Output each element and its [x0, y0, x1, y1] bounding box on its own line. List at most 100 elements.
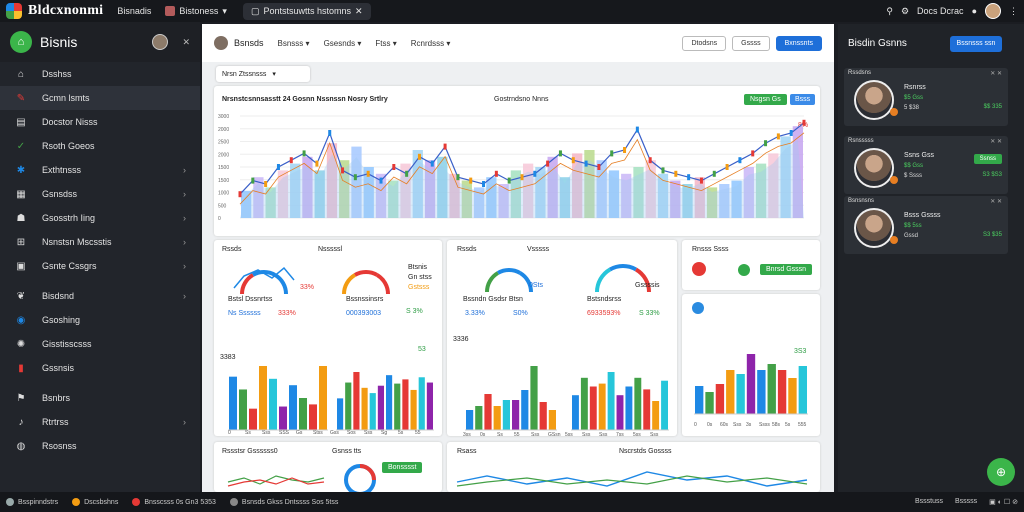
card-c-svg: 0 0s 60s Sss 3s Ssss 58s 5s 555 [694, 354, 808, 428]
person-photo [854, 208, 894, 248]
sidebar-avatar[interactable] [152, 34, 169, 50]
status-item-1[interactable]: Bsspinndstrs [6, 498, 58, 506]
brand-name: Bldcxnonmi [28, 3, 104, 18]
status-item-4[interactable]: Bsnsds Gkss Dntssss Sos 5tss [229, 498, 338, 506]
y-tick-label: 1500 [218, 178, 229, 184]
sidebar-item-12[interactable]: ▮ Gssnsis [0, 356, 200, 380]
globe-icon: ◍ [16, 440, 26, 452]
document-icon: ▤ [16, 116, 26, 128]
person-card[interactable]: Bsnsnsns ✕ ✕ Bsss Gssss $$ 5ss Gssd S3 $35 [844, 196, 1008, 254]
dropdown-1[interactable]: Bsnsss ▾ [278, 39, 310, 48]
sidebar-item-3[interactable]: ✓ Rsoth Goeos [0, 134, 200, 158]
x-tick-label: 55 [514, 432, 520, 436]
sidebar-item-14[interactable]: ♪ Rtrtrss › [0, 410, 200, 434]
chevron-right-icon: › [183, 417, 186, 427]
settings-icon[interactable]: ⚙ [901, 6, 909, 17]
data-marker [674, 170, 678, 177]
more-icon[interactable]: ⋮ [1009, 6, 1018, 17]
record-icon[interactable] [692, 262, 706, 276]
sidebar-item-0[interactable]: ⌂ Dsshss [0, 62, 200, 86]
gauge-1-value: 33% [300, 284, 315, 291]
card-c-button[interactable]: Bnrsd Gsssn [760, 264, 813, 275]
sidebar-item-15[interactable]: ◍ Rsosnss [0, 434, 200, 458]
collapse-icon[interactable]: ✕ [182, 37, 190, 48]
main-chart-svg: 3000 2000 2500 2000 1500 1500 1000 500 0 [218, 114, 806, 222]
active-tab-pill[interactable]: ▢ Pontstsuwtts hstomns ✕ [242, 2, 371, 20]
status-dot-icon [890, 236, 898, 244]
x-tick-label: Sss [531, 432, 540, 436]
chart-icon: ▮ [18, 362, 24, 374]
bar [580, 377, 588, 430]
sidebar-item-13[interactable]: ⚑ Bsnbrs [0, 386, 200, 410]
top-right-label[interactable]: Docs Dcrac [917, 6, 964, 16]
gauge-4-value: Gssssis [635, 282, 660, 289]
bar [289, 385, 297, 430]
close-icon[interactable]: ✕ ✕ [990, 198, 1002, 205]
data-marker [353, 174, 357, 181]
menu-item-2[interactable]: Bistoness ▾ [165, 6, 227, 17]
close-icon[interactable]: ✕ ✕ [990, 70, 1002, 77]
status-item-2[interactable]: Dscsbshns [72, 498, 118, 506]
y-tick-label: 2000 [218, 127, 229, 133]
close-icon[interactable]: ✕ [355, 6, 363, 17]
sidebar-item-1[interactable]: ✎ Gcmn lsmts [0, 86, 200, 110]
search-icon[interactable]: ⚲ [886, 6, 893, 17]
toolbar-button-1[interactable]: Dtodsns [682, 35, 727, 51]
card-a-bar-top: 53 [418, 346, 426, 353]
person-button[interactable]: Ssnss [973, 154, 1002, 164]
sidebar-item-label: Dsshss [42, 69, 72, 79]
filter-dropdown[interactable]: Nrsn Ztssnsss ▾ [216, 66, 310, 82]
status-right-2[interactable]: Bsssss [955, 498, 977, 506]
sidebar-item-9[interactable]: ❦ Bisdsnd › [0, 284, 200, 308]
data-marker [623, 147, 627, 153]
data-marker [417, 153, 421, 160]
sidebar-item-10[interactable]: ◉ Gsoshing [0, 308, 200, 332]
bar [798, 366, 807, 414]
person-card[interactable]: Rssdsns ✕ ✕ Rsnrss $5 Gss 5 $38 $$ 335 [844, 68, 1008, 126]
bar [279, 406, 287, 430]
bar [337, 398, 344, 430]
sidebar-item-4[interactable]: ✱ Exthtnsss › [0, 158, 200, 182]
sidebar-item-8[interactable]: ▣ Gsnte Cssgrs › [0, 254, 200, 278]
dropdown-4[interactable]: Rcnrdsss ▾ [411, 39, 451, 48]
app-logo-icon [6, 3, 22, 19]
bar [394, 383, 401, 430]
sidebar-item-6[interactable]: ☗ Gsosstrh Iing › [0, 206, 200, 230]
bar [229, 376, 237, 430]
menu-item-1[interactable]: Bisnadis [117, 6, 151, 16]
x-tick-label: Sss [582, 432, 591, 436]
analytics-card-d: Rssstsr Gssssss0 Gsnss tts Bonsssst [214, 442, 442, 492]
sidebar-item-label: Gcmn lsmts [42, 93, 90, 103]
sidebar-item-7[interactable]: ⊞ Nsnstsn Mscsstis › [0, 230, 200, 254]
bar [634, 377, 642, 430]
bar [426, 382, 433, 430]
toolbar-button-2[interactable]: Gssss [732, 35, 770, 51]
data-marker [315, 160, 319, 167]
bar [661, 380, 668, 430]
right-panel-button[interactable]: Bssnsss ssn [950, 36, 1002, 52]
x-tick-label: Stss [313, 430, 323, 436]
dropdown-2[interactable]: Gsesnds ▾ [324, 39, 362, 48]
fab-add-button[interactable]: ⊕ [987, 458, 1015, 486]
toolbar-primary-button[interactable]: Bxnssnts [775, 35, 822, 51]
bar [466, 410, 474, 430]
sidebar-item-11[interactable]: ✺ Gisstisscsss [0, 332, 200, 356]
notifications-icon[interactable]: ● [972, 6, 977, 16]
status-item-3[interactable]: Bnsscsss 0s Gn3 5353 [132, 498, 216, 506]
x-tick-label: 555 [798, 422, 807, 428]
data-marker [251, 177, 255, 184]
sidebar-item-5[interactable]: ▦ Gsnsdss › [0, 182, 200, 206]
sidebar-item-2[interactable]: ▤ Docstor Nisss [0, 110, 200, 134]
user-avatar[interactable] [985, 3, 1001, 19]
status-right-1[interactable]: Bssstuss [915, 498, 943, 506]
person-photo [854, 148, 894, 188]
dropdown-3[interactable]: Ftss ▾ [375, 39, 396, 48]
gauge-2-pre: Gstsss [408, 284, 430, 291]
close-icon[interactable]: ✕ ✕ [990, 138, 1002, 145]
main-content: Bsnsds Bsnsss ▾ Gsesnds ▾ Ftss ▾ Rcnrdss… [202, 24, 834, 492]
person-card[interactable]: Rsnsssss ✕ ✕ Ssns Gss $$ Gss $ Ssss S3 $S3 Ssn… [844, 136, 1008, 194]
x-tick-label: 7ss [616, 432, 624, 436]
x-tick-label: Sss [650, 432, 659, 436]
x-tick-label: Ssss [759, 422, 770, 428]
card-e-svg [456, 471, 808, 487]
